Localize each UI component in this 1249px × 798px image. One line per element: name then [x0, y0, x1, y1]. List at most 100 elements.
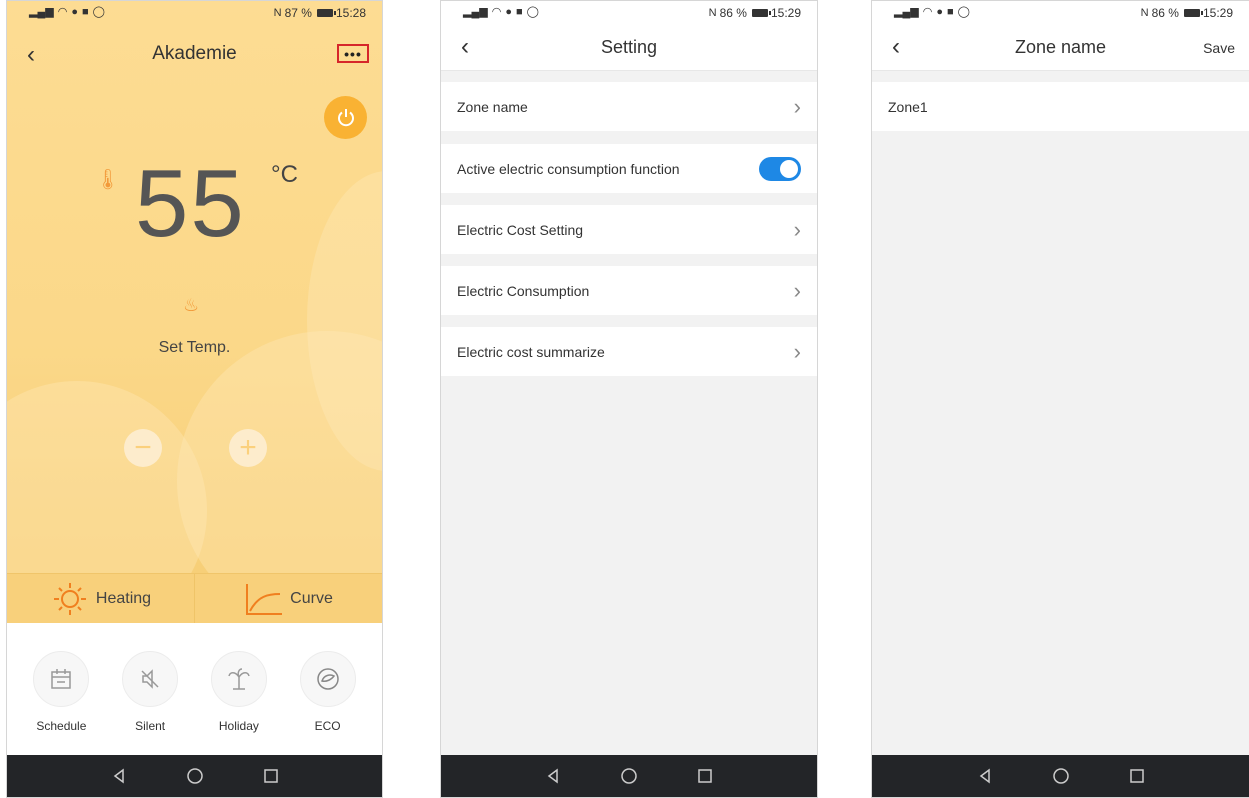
- increase-button[interactable]: +: [229, 429, 267, 467]
- sun-icon: [53, 583, 86, 615]
- heating-element-icon: ♨: [183, 295, 200, 315]
- page-title: Setting: [600, 37, 658, 57]
- status-right: N 86 % 15:29: [1141, 6, 1233, 20]
- notification-icon: ●: [936, 6, 943, 18]
- save-button[interactable]: Save: [1203, 40, 1235, 56]
- clock: 15:28: [335, 6, 366, 20]
- curve-icon: [246, 584, 283, 615]
- power-icon: [337, 108, 354, 126]
- nav-recents-icon[interactable]: [1125, 764, 1149, 788]
- holiday-label: Holiday: [218, 719, 259, 733]
- notification-icon: ●: [71, 6, 78, 18]
- message-icon: ■: [515, 6, 523, 18]
- zone-name-screen: ▂▄▆ ◠ ● ■ ◯ N 86 % 15:29 ‹ Zone name Sav…: [871, 0, 1249, 798]
- mode-bar: Heating Curve: [7, 573, 382, 624]
- wifi-icon: ◠: [491, 6, 502, 18]
- system-nav-bar: [7, 755, 382, 797]
- setting-item-electric-cost-setting[interactable]: Electric Cost Setting ›: [441, 205, 817, 254]
- schedule-label: Schedule: [36, 719, 87, 733]
- setting-item-label: Electric cost summarize: [457, 343, 605, 360]
- battery-icon: [751, 9, 771, 17]
- eco-leaf-icon: [299, 651, 356, 707]
- whatsapp-icon: ◯: [526, 6, 539, 18]
- chevron-right-icon: ›: [793, 338, 801, 364]
- setting-item-label: Zone name: [457, 98, 528, 115]
- status-bar: ▂▄▆ ◠ ● ■ ◯ N 86 % 15:29: [441, 1, 817, 27]
- page-title: Zone name: [1014, 37, 1107, 57]
- power-button[interactable]: [324, 96, 367, 139]
- message-icon: ■: [81, 6, 89, 18]
- status-right: N 87 % 15:28: [274, 6, 366, 20]
- zone-name-input[interactable]: Zone1: [872, 82, 1249, 131]
- nav-back-icon[interactable]: [541, 764, 565, 788]
- setting-screen: ▂▄▆ ◠ ● ■ ◯ N 86 % 15:29 ‹ Setting Zone …: [440, 0, 818, 798]
- mute-icon: [122, 651, 179, 707]
- consumption-toggle[interactable]: [759, 156, 801, 181]
- whatsapp-icon: ◯: [957, 6, 970, 18]
- palm-tree-icon: [210, 651, 267, 707]
- decrease-button[interactable]: −: [124, 429, 162, 467]
- status-right: N 86 % 15:29: [709, 6, 801, 20]
- setting-item-label: Electric Cost Setting: [457, 221, 584, 238]
- nav-home-icon[interactable]: [617, 764, 641, 788]
- battery-icon: [316, 9, 336, 17]
- whatsapp-icon: ◯: [92, 6, 105, 18]
- curve-mode-button[interactable]: Curve: [194, 574, 382, 624]
- calendar-icon: [33, 651, 90, 707]
- battery-percent: 86 %: [1151, 6, 1179, 20]
- nfc-icon: N: [273, 7, 282, 19]
- nav-recents-icon[interactable]: [259, 764, 283, 788]
- thermometer-icon: 🌡: [95, 169, 121, 191]
- chevron-right-icon: ›: [793, 93, 801, 119]
- holiday-button[interactable]: Holiday: [199, 623, 279, 757]
- curve-label: Curve: [290, 590, 333, 607]
- system-nav-bar: [441, 755, 817, 797]
- signal-icon: ▂▄▆: [463, 6, 488, 18]
- function-bar: Schedule Silent Holiday ECO: [7, 623, 382, 757]
- eco-button[interactable]: ECO: [288, 623, 368, 757]
- setting-item-label: Electric Consumption: [457, 282, 590, 299]
- setting-item-zone-name[interactable]: Zone name ›: [441, 82, 817, 131]
- signal-icon: ▂▄▆: [29, 6, 54, 18]
- more-options-button[interactable]: •••: [337, 44, 369, 63]
- battery-percent: 87 %: [284, 6, 312, 20]
- notification-icon: ●: [505, 6, 512, 18]
- eco-label: ECO: [314, 719, 341, 733]
- signal-icon: ▂▄▆: [894, 6, 919, 18]
- status-icons: ▂▄▆ ◠ ● ■ ◯: [894, 6, 970, 18]
- status-icons: ▂▄▆ ◠ ● ■ ◯: [29, 6, 105, 18]
- setting-item-electric-consumption-function: Active electric consumption function: [441, 144, 817, 193]
- heating-control-screen: ▂▄▆ ◠ ● ■ ◯ N 87 % 15:28 ‹ Akademie ••• …: [6, 0, 383, 798]
- battery-percent: 86 %: [719, 6, 747, 20]
- silent-button[interactable]: Silent: [110, 623, 190, 757]
- setting-item-electric-consumption[interactable]: Electric Consumption ›: [441, 266, 817, 315]
- heating-mode-button[interactable]: Heating: [7, 574, 194, 624]
- setting-item-electric-cost-summarize[interactable]: Electric cost summarize ›: [441, 327, 817, 376]
- wifi-icon: ◠: [57, 6, 68, 18]
- nav-recents-icon[interactable]: [693, 764, 717, 788]
- heating-label: Heating: [95, 590, 152, 607]
- set-temp-label: Set Temp.: [158, 339, 231, 356]
- header: ‹ Zone name Save: [872, 27, 1249, 71]
- nav-home-icon[interactable]: [183, 764, 207, 788]
- schedule-button[interactable]: Schedule: [21, 623, 101, 757]
- nfc-icon: N: [708, 7, 717, 19]
- nav-back-icon[interactable]: [973, 764, 997, 788]
- zone-name-value: Zone1: [888, 98, 928, 115]
- nav-home-icon[interactable]: [1049, 764, 1073, 788]
- nav-back-icon[interactable]: [107, 764, 131, 788]
- page-title: Akademie: [152, 43, 237, 64]
- status-bar: ▂▄▆ ◠ ● ■ ◯ N 86 % 15:29: [872, 1, 1249, 27]
- setting-item-label: Active electric consumption function: [457, 160, 680, 177]
- header: ‹ Setting: [441, 27, 817, 71]
- nfc-icon: N: [1140, 7, 1149, 19]
- chevron-right-icon: ›: [793, 216, 801, 242]
- silent-label: Silent: [135, 719, 166, 733]
- battery-icon: [1183, 9, 1203, 17]
- system-nav-bar: [872, 755, 1249, 797]
- clock: 15:29: [770, 6, 801, 20]
- temperature-unit: °C: [271, 161, 298, 188]
- current-temperature: 55: [135, 150, 246, 257]
- message-icon: ■: [946, 6, 954, 18]
- status-bar: ▂▄▆ ◠ ● ■ ◯ N 87 % 15:28: [7, 1, 382, 27]
